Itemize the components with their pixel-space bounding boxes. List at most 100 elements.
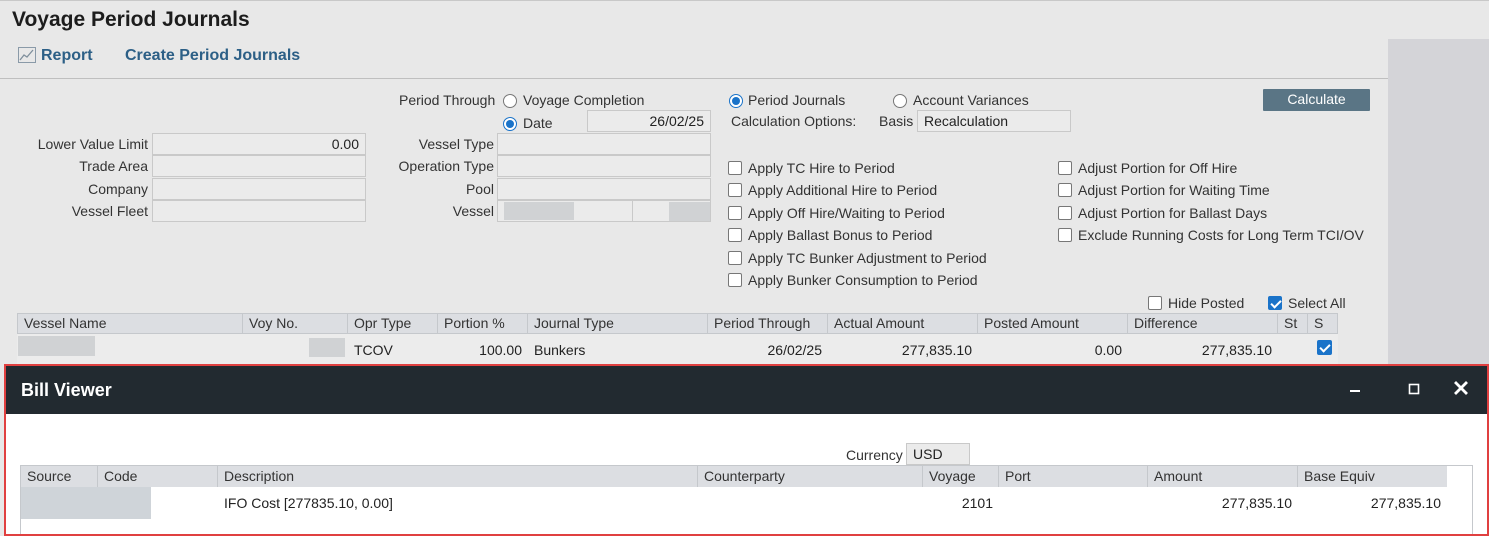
period-journals-radio[interactable] xyxy=(729,94,743,108)
trade-area-field[interactable] xyxy=(152,155,366,177)
vessel-type-field[interactable] xyxy=(497,133,711,155)
vessel-name-field[interactable] xyxy=(632,200,711,222)
apply-off-hire-checkbox[interactable] xyxy=(728,206,742,220)
col-voy-no[interactable]: Voy No. xyxy=(243,314,348,333)
hide-posted-checkbox[interactable] xyxy=(1148,296,1162,310)
actual-amount-cell: 277,835.10 xyxy=(901,342,972,358)
select-all-checkbox[interactable] xyxy=(1268,296,1282,310)
select-all-label: Select All xyxy=(1288,295,1346,311)
apply-bunker-consumption-checkbox[interactable] xyxy=(728,273,742,287)
col-counterparty[interactable]: Counterparty xyxy=(698,466,923,487)
col-vessel-name[interactable]: Vessel Name xyxy=(18,314,243,333)
amount-cell: 277,835.10 xyxy=(1221,495,1292,511)
basis-select[interactable]: Recalculation xyxy=(917,110,1071,132)
pool-label: Pool xyxy=(465,181,494,197)
date-radio[interactable] xyxy=(503,117,517,131)
apply-additional-hire-checkbox[interactable] xyxy=(728,183,742,197)
vessel-label: Vessel xyxy=(452,203,494,219)
minimize-icon[interactable] xyxy=(1345,379,1365,402)
period-journals-label: Period Journals xyxy=(748,92,846,108)
lower-value-limit-field[interactable]: 0.00 xyxy=(152,133,366,155)
operation-type-field[interactable] xyxy=(497,155,711,177)
apply-ballast-bonus-label: Apply Ballast Bonus to Period xyxy=(748,227,933,243)
adjust-waiting-time-label: Adjust Portion for Waiting Time xyxy=(1078,182,1270,198)
lower-value-limit-label: Lower Value Limit xyxy=(37,136,148,152)
adjust-off-hire-checkbox[interactable] xyxy=(1058,161,1072,175)
calculate-button[interactable]: Calculate xyxy=(1263,89,1370,111)
account-variances-label: Account Variances xyxy=(913,92,1029,108)
apply-tc-hire-label: Apply TC Hire to Period xyxy=(748,160,895,176)
company-label: Company xyxy=(88,181,148,197)
apply-ballast-bonus-checkbox[interactable] xyxy=(728,228,742,242)
dialog-title: Bill Viewer xyxy=(21,380,112,400)
col-voyage[interactable]: Voyage xyxy=(923,466,999,487)
difference-cell: 277,835.10 xyxy=(1201,342,1272,358)
vessel-code-field[interactable] xyxy=(497,200,633,222)
apply-tc-hire-checkbox[interactable] xyxy=(728,161,742,175)
page-title: Voyage Period Journals xyxy=(12,8,250,31)
col-portion[interactable]: Portion % xyxy=(438,314,528,333)
col-source[interactable]: Source xyxy=(21,466,98,487)
vessel-name-cell xyxy=(18,336,95,356)
apply-tc-bunker-label: Apply TC Bunker Adjustment to Period xyxy=(748,250,987,266)
currency-field[interactable]: USD xyxy=(906,443,970,465)
voyage-completion-radio[interactable] xyxy=(503,94,517,108)
apply-off-hire-label: Apply Off Hire/Waiting to Period xyxy=(748,205,945,221)
exclude-running-costs-checkbox[interactable] xyxy=(1058,228,1072,242)
calculation-options-label: Calculation Options: xyxy=(731,113,857,129)
col-difference[interactable]: Difference xyxy=(1128,314,1278,333)
apply-additional-hire-label: Apply Additional Hire to Period xyxy=(748,182,938,198)
adjust-waiting-time-checkbox[interactable] xyxy=(1058,183,1072,197)
source-code-cell xyxy=(21,487,151,519)
voyage-completion-label: Voyage Completion xyxy=(523,92,645,108)
vessel-fleet-field[interactable] xyxy=(152,200,366,222)
date-field[interactable]: 26/02/25 xyxy=(587,110,711,132)
basis-label: Basis xyxy=(879,113,914,129)
vessel-fleet-label: Vessel Fleet xyxy=(71,203,148,219)
maximize-icon[interactable] xyxy=(1404,379,1424,402)
col-amount[interactable]: Amount xyxy=(1148,466,1298,487)
adjust-ballast-days-checkbox[interactable] xyxy=(1058,206,1072,220)
create-period-journals-button[interactable]: Create Period Journals xyxy=(125,47,300,65)
chart-icon[interactable] xyxy=(18,47,36,63)
col-s[interactable]: S xyxy=(1308,314,1337,333)
col-actual-amount[interactable]: Actual Amount xyxy=(828,314,978,333)
currency-label: Currency xyxy=(846,447,903,463)
period-through-label: Period Through xyxy=(399,92,496,108)
posted-amount-cell: 0.00 xyxy=(1094,342,1122,358)
col-code[interactable]: Code xyxy=(98,466,218,487)
account-variances-radio[interactable] xyxy=(893,94,907,108)
col-period-through[interactable]: Period Through xyxy=(708,314,828,333)
voy-no-cell xyxy=(309,338,345,357)
pool-field[interactable] xyxy=(497,178,711,200)
operation-type-label: Operation Type xyxy=(398,158,494,174)
company-field[interactable] xyxy=(152,178,366,200)
journal-type-cell: Bunkers xyxy=(534,342,586,358)
period-through-cell: 26/02/25 xyxy=(767,342,823,358)
report-button[interactable]: Report xyxy=(41,47,93,65)
exclude-running-costs-label: Exclude Running Costs for Long Term TCI/… xyxy=(1078,227,1364,243)
base-equiv-cell: 277,835.10 xyxy=(1370,495,1441,511)
col-journal-type[interactable]: Journal Type xyxy=(528,314,708,333)
opr-type-cell: TCOV xyxy=(354,342,393,358)
col-st[interactable]: St xyxy=(1278,314,1308,333)
description-cell: IFO Cost [277835.10, 0.00] xyxy=(224,495,393,511)
col-port[interactable]: Port xyxy=(999,466,1148,487)
row-select-checkbox[interactable] xyxy=(1317,340,1332,355)
close-icon[interactable] xyxy=(1451,379,1471,402)
col-description[interactable]: Description xyxy=(218,466,698,487)
apply-bunker-consumption-label: Apply Bunker Consumption to Period xyxy=(748,272,978,288)
table-row[interactable]: TCOV 100.00 Bunkers 26/02/25 277,835.10 … xyxy=(17,334,1338,364)
vessel-type-label: Vessel Type xyxy=(418,136,494,152)
top-border xyxy=(0,0,1489,1)
col-posted-amount[interactable]: Posted Amount xyxy=(978,314,1128,333)
col-opr-type[interactable]: Opr Type xyxy=(348,314,438,333)
trade-area-label: Trade Area xyxy=(79,158,148,174)
table-row[interactable]: IFO Cost [277835.10, 0.00] 2101 277,835.… xyxy=(21,487,1447,519)
adjust-off-hire-label: Adjust Portion for Off Hire xyxy=(1078,160,1238,176)
portion-cell: 100.00 xyxy=(479,342,522,358)
hide-posted-label: Hide Posted xyxy=(1168,295,1245,311)
col-base-equiv[interactable]: Base Equiv xyxy=(1298,466,1447,487)
apply-tc-bunker-checkbox[interactable] xyxy=(728,251,742,265)
dialog-header: Bill Viewer xyxy=(6,366,1487,414)
